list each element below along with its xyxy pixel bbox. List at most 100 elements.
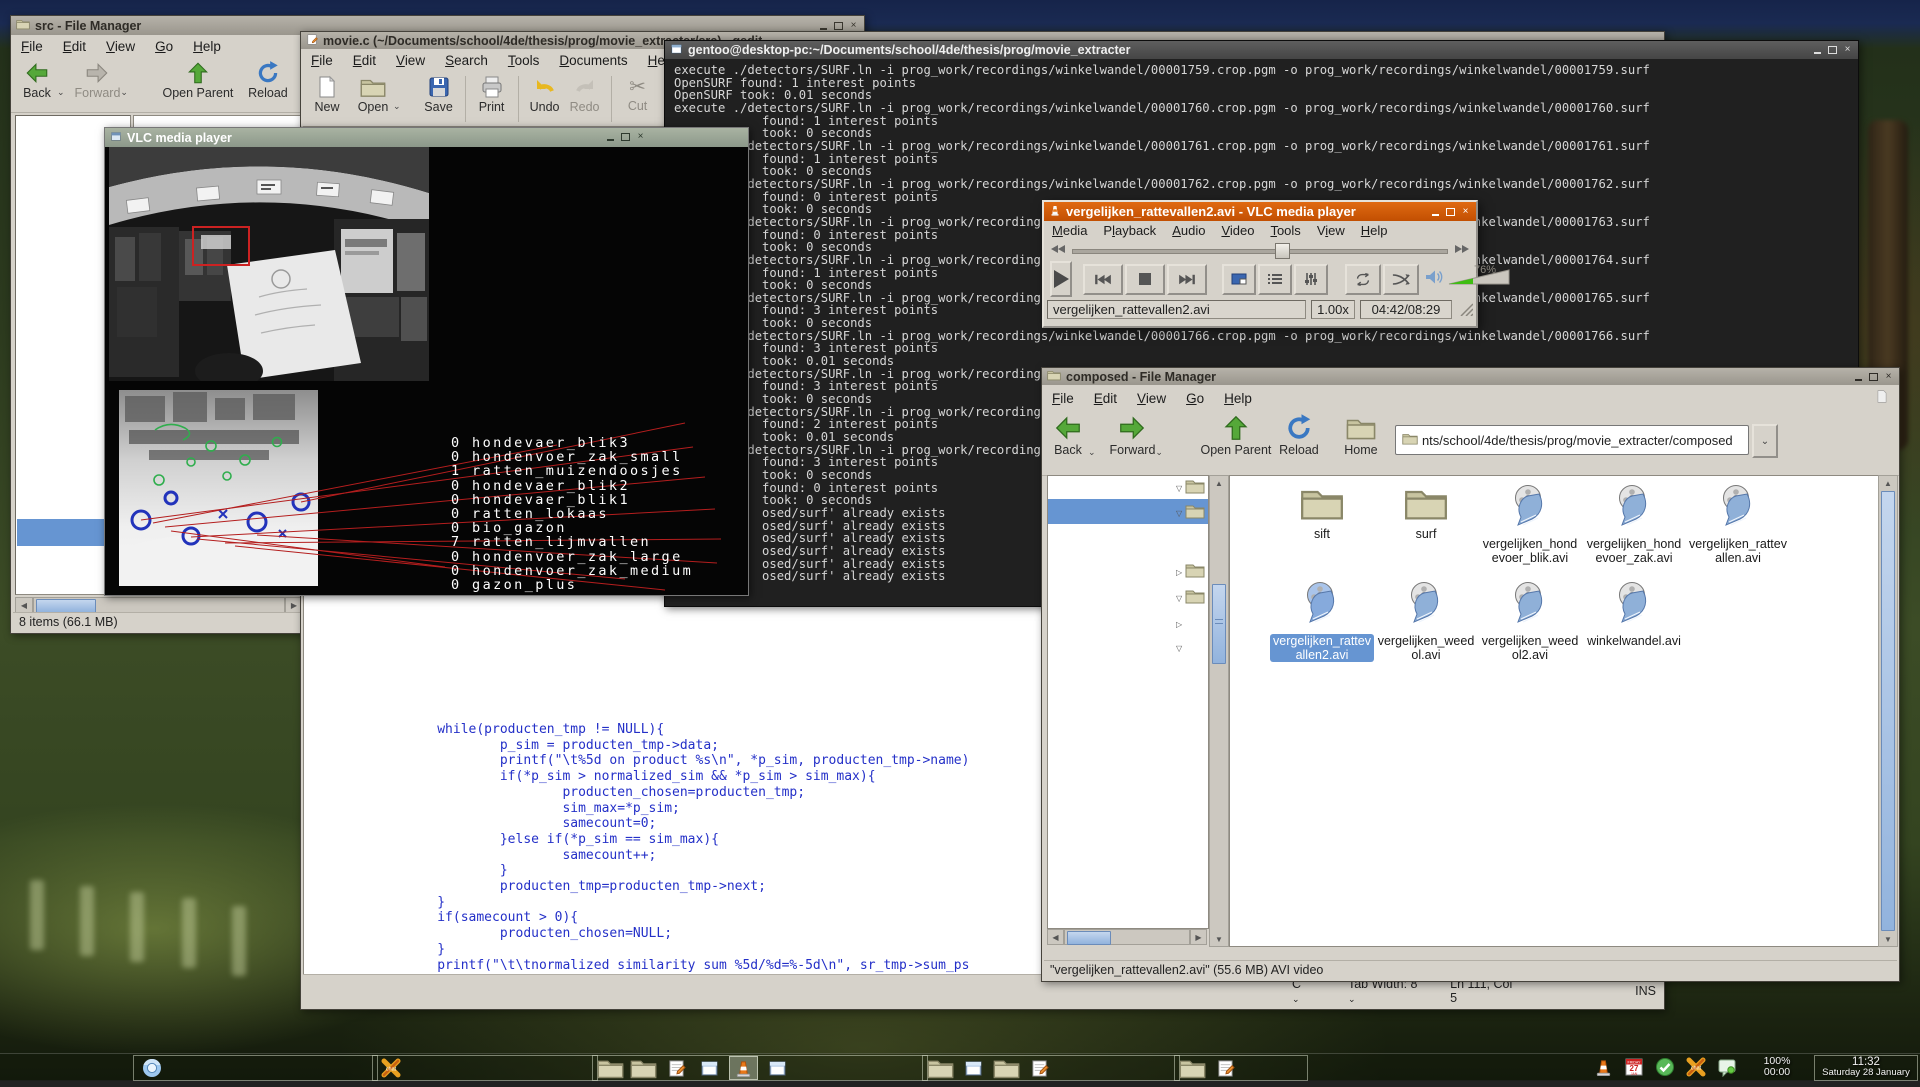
seek-handle[interactable]	[1275, 243, 1290, 259]
cut-button[interactable]: ✂Cut	[618, 74, 658, 113]
scroll-up-icon[interactable]: ▲	[1210, 476, 1228, 490]
tray-icon-bubble[interactable]	[1716, 1056, 1738, 1078]
task-button-vlc[interactable]	[729, 1056, 758, 1080]
new-button[interactable]: New	[307, 74, 347, 114]
task-button-xchat[interactable]: chat	[377, 1057, 404, 1079]
menu-item-media[interactable]: Media	[1052, 223, 1087, 238]
menu-item-edit[interactable]: Edit	[1094, 391, 1117, 406]
menu-item-search[interactable]: Search	[445, 53, 488, 68]
titlebar[interactable]: VLC media player ×	[105, 128, 748, 147]
file-item-vergelijken_rattevallen2.avi[interactable]: vergelijken_rattevallen2.avi	[1270, 581, 1374, 678]
menu-item-help[interactable]: Help	[1224, 391, 1252, 406]
play-button[interactable]	[1050, 261, 1072, 297]
maximize-icon[interactable]	[1445, 206, 1456, 217]
task-button-folder[interactable]	[630, 1057, 657, 1079]
icon-view[interactable]: siftsurfvergelijken_hondevoer_blik.avive…	[1229, 475, 1879, 947]
scrollbar-thumb[interactable]	[1212, 584, 1226, 664]
expander-open-icon[interactable]: ▽	[1176, 644, 1182, 653]
close-icon[interactable]: ×	[635, 131, 646, 142]
titlebar[interactable]: composed - File Manager ×	[1042, 368, 1899, 385]
horizontal-scrollbar[interactable]: ◀ ▶	[15, 597, 303, 613]
reload-button[interactable]: Reload	[248, 60, 288, 100]
back-dropdown-icon[interactable]: ⌄	[57, 87, 65, 98]
skip-back-icon[interactable]	[1050, 241, 1066, 259]
titlebar[interactable]: gentoo@desktop-pc:~/Documents/school/4de…	[665, 41, 1858, 59]
menu-item-view[interactable]: View	[1317, 223, 1345, 238]
menu-item-file[interactable]: File	[311, 53, 333, 68]
menu-item-go[interactable]: Go	[155, 39, 173, 54]
iconview-scrollbar[interactable]: ▲ ▼	[1878, 475, 1898, 947]
expander-open-icon[interactable]: ▽	[1176, 509, 1182, 518]
menu-item-file[interactable]: File	[21, 39, 43, 54]
scroll-right-icon[interactable]: ▶	[1190, 929, 1207, 945]
path-dropdown-icon[interactable]: ⌄	[1752, 424, 1778, 458]
maximize-icon[interactable]	[833, 20, 844, 31]
scrollbar-thumb[interactable]	[1881, 491, 1895, 931]
task-button-folder[interactable]	[597, 1057, 624, 1079]
close-icon[interactable]: ×	[1883, 371, 1894, 382]
minimize-icon[interactable]	[818, 20, 829, 31]
minimize-icon[interactable]	[605, 131, 616, 142]
tree-row[interactable]: ▽	[1176, 503, 1208, 523]
file-item-winkelwandel.avi[interactable]: winkelwandel.avi	[1582, 581, 1686, 678]
fullscreen-button[interactable]	[1222, 264, 1256, 295]
maximize-icon[interactable]	[620, 131, 631, 142]
scroll-left-icon[interactable]: ◀	[1047, 929, 1064, 945]
playlist-button[interactable]	[1258, 264, 1292, 295]
volume-control[interactable]: 76%	[1424, 268, 1510, 290]
expander-closed-icon[interactable]: ▷	[1176, 568, 1182, 577]
tree-scrollbar[interactable]: ▲ ▼	[1209, 475, 1229, 947]
tree-hscrollbar[interactable]: ◀ ▶	[1047, 929, 1207, 945]
previous-button[interactable]	[1083, 264, 1123, 295]
close-icon[interactable]: ×	[1842, 45, 1853, 56]
playback-speed[interactable]: 1.00x	[1311, 300, 1355, 319]
expander-open-icon[interactable]: ▽	[1176, 594, 1182, 603]
equalizer-button[interactable]	[1294, 264, 1328, 295]
scroll-down-icon[interactable]: ▼	[1879, 932, 1897, 946]
file-item-vergelijken_rattevallen.avi[interactable]: vergelijken_rattevallen.avi	[1686, 484, 1790, 581]
menu-item-view[interactable]: View	[396, 53, 425, 68]
task-button-chromium[interactable]	[138, 1057, 165, 1079]
tree-row[interactable]: ▽	[1176, 638, 1208, 658]
menu-item-go[interactable]: Go	[1186, 391, 1204, 406]
back-dropdown-icon[interactable]: ⌄	[1088, 447, 1096, 458]
minimize-icon[interactable]	[1812, 45, 1823, 56]
open-parent-button[interactable]: Open Parent	[1193, 413, 1279, 457]
print-button[interactable]: Print	[472, 74, 512, 114]
path-entry[interactable]: nts/school/4de/thesis/prog/movie_extract…	[1395, 425, 1749, 455]
minimize-icon[interactable]	[1853, 371, 1864, 382]
open-button[interactable]: Open	[353, 74, 393, 114]
redo-button[interactable]: Redo	[565, 74, 605, 114]
tray-icon-xchat[interactable]: chat	[1685, 1056, 1707, 1078]
tree-row[interactable]: ▷	[1176, 614, 1208, 634]
menu-item-edit[interactable]: Edit	[63, 39, 86, 54]
expander-open-icon[interactable]: ▽	[1176, 484, 1182, 493]
tray-icon-vlc[interactable]	[1592, 1056, 1614, 1078]
resize-grip[interactable]	[1457, 300, 1473, 319]
expander-closed-icon[interactable]: ▷	[1176, 620, 1182, 629]
maximize-icon[interactable]	[1868, 371, 1879, 382]
maximize-icon[interactable]	[1827, 45, 1838, 56]
task-button-folder[interactable]	[1179, 1057, 1206, 1079]
next-button[interactable]	[1167, 264, 1207, 295]
menu-item-help[interactable]: Help	[193, 39, 221, 54]
forward-dropdown-icon[interactable]: ⌄	[1155, 447, 1163, 458]
menu-item-view[interactable]: View	[106, 39, 135, 54]
open-dropdown-icon[interactable]: ⌄	[393, 101, 401, 112]
file-item-vergelijken_hondevoer_blik.avi[interactable]: vergelijken_hondevoer_blik.avi	[1478, 484, 1582, 581]
menu-item-playback[interactable]: Playback	[1103, 223, 1156, 238]
task-button-terminal[interactable]	[764, 1057, 791, 1079]
task-button-terminal[interactable]	[960, 1057, 987, 1079]
minimize-icon[interactable]	[1430, 206, 1441, 217]
menu-item-audio[interactable]: Audio	[1172, 223, 1205, 238]
menu-item-tools[interactable]: Tools	[1270, 223, 1300, 238]
scrollbar-thumb[interactable]	[36, 599, 96, 613]
loop-button[interactable]	[1345, 264, 1381, 295]
undo-button[interactable]: Undo	[525, 74, 565, 114]
menu-item-tools[interactable]: Tools	[508, 53, 540, 68]
menu-item-edit[interactable]: Edit	[353, 53, 376, 68]
tree-row[interactable]: ▷	[1176, 562, 1208, 582]
home-button[interactable]: Home	[1341, 413, 1381, 457]
file-item-vergelijken_weedol2.avi[interactable]: vergelijken_weedol2.avi	[1478, 581, 1582, 678]
open-parent-button[interactable]: Open Parent	[156, 60, 240, 100]
